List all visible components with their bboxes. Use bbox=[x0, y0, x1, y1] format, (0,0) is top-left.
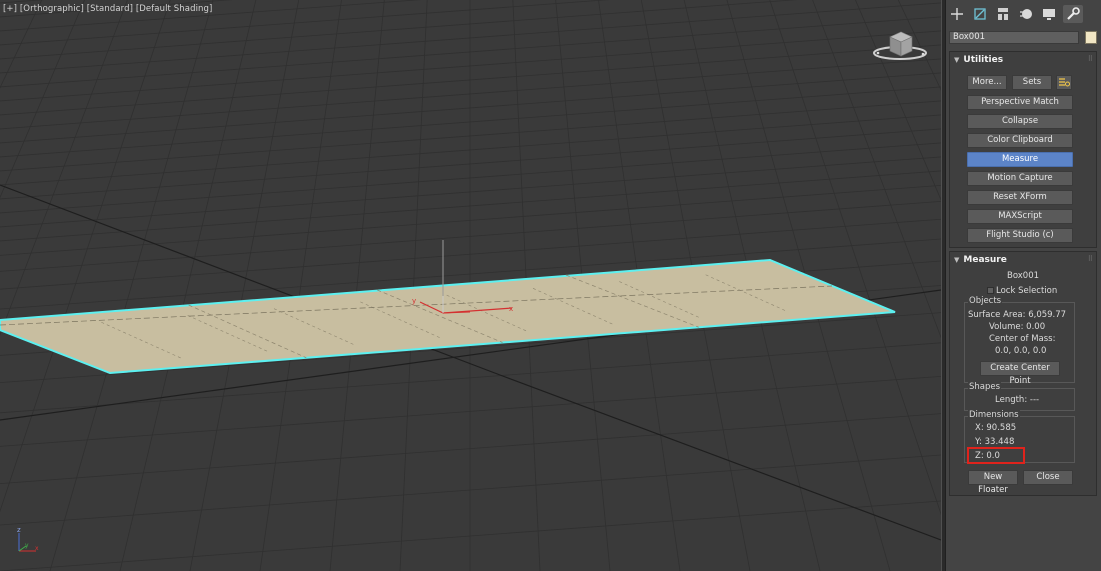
rollout-grip-icon: ⠿ bbox=[1087, 55, 1093, 63]
viewport-label-menu[interactable]: [+] [Orthographic] [Standard] [Default S… bbox=[3, 4, 212, 14]
measure-rollout-header[interactable]: ▼ Measure bbox=[954, 255, 1007, 265]
utilities-rollout-header[interactable]: ▼ Utilities bbox=[954, 55, 1003, 65]
utility-reset-xform-button[interactable]: Reset XForm bbox=[967, 190, 1073, 205]
utility-measure-button[interactable]: Measure bbox=[967, 152, 1073, 167]
plus-icon bbox=[951, 8, 963, 20]
modify-tab[interactable] bbox=[970, 5, 990, 23]
viewcube[interactable] bbox=[868, 23, 930, 65]
surface-area-readout: Surface Area: 6,059.77 bbox=[968, 310, 1067, 320]
lock-selection-label[interactable]: Lock Selection bbox=[996, 286, 1057, 296]
objects-group: Objects Surface Area: 6,059.77 Volume: 0… bbox=[964, 296, 1075, 386]
more-button[interactable]: More... bbox=[967, 75, 1007, 90]
sets-button[interactable]: Sets bbox=[1012, 75, 1052, 90]
orthographic-viewport[interactable]: xy zxy [+] [Orthographic] [Standard] [De… bbox=[0, 0, 941, 571]
viewcube-icon[interactable] bbox=[868, 23, 930, 65]
utilities-rollout: ▼ Utilities ⠿ More... Sets Perspective Ma… bbox=[949, 51, 1097, 248]
measure-rollout-title: Measure bbox=[963, 255, 1007, 265]
z-dimension-highlight-box bbox=[967, 447, 1025, 464]
dimension-y-readout: Y: 33.448 bbox=[975, 437, 1015, 447]
configure-sets-button[interactable] bbox=[1056, 75, 1072, 90]
display-tab[interactable] bbox=[1039, 5, 1059, 23]
utility-color-clipboard-button[interactable]: Color Clipboard bbox=[967, 133, 1073, 148]
configure-list-icon bbox=[1059, 78, 1070, 87]
objects-group-label: Objects bbox=[968, 296, 1003, 306]
hierarchy-tab[interactable] bbox=[993, 5, 1013, 23]
center-of-mass-label: Center of Mass: bbox=[989, 334, 1056, 344]
object-color-swatch[interactable] bbox=[1085, 31, 1097, 44]
measured-object-name: Box001 bbox=[1006, 271, 1040, 281]
command-panel-tabs bbox=[946, 0, 1101, 28]
gizmo-y-label: y bbox=[412, 297, 416, 305]
object-name-field[interactable]: Box001 bbox=[949, 31, 1079, 44]
length-readout: Length: --- bbox=[995, 395, 1040, 405]
center-of-mass-value: 0.0, 0.0, 0.0 bbox=[995, 346, 1047, 356]
tripod-z-label: z bbox=[17, 526, 21, 534]
measure-rollout: ▼ Measure ⠿ Box001 Lock Selection Objects… bbox=[949, 251, 1097, 496]
hierarchy-icon bbox=[998, 8, 1008, 20]
modify-icon bbox=[974, 8, 986, 20]
tripod-x-label: x bbox=[35, 545, 39, 552]
collapse-arrow-icon: ▼ bbox=[954, 256, 960, 264]
utility-flight-studio-c-button[interactable]: Flight Studio (c) bbox=[967, 228, 1073, 243]
gizmo-x-label: x bbox=[509, 305, 513, 313]
motion-tab[interactable] bbox=[1016, 5, 1036, 23]
shapes-group-label: Shapes bbox=[968, 382, 1002, 392]
close-button[interactable]: Close bbox=[1023, 470, 1073, 485]
new-floater-button[interactable]: New Floater bbox=[968, 470, 1018, 495]
utility-motion-capture-button[interactable]: Motion Capture bbox=[967, 171, 1073, 186]
utility-collapse-button[interactable]: Collapse bbox=[967, 114, 1073, 129]
display-icon bbox=[1043, 9, 1055, 20]
motion-icon bbox=[1020, 9, 1032, 19]
volume-readout: Volume: 0.00 bbox=[989, 322, 1046, 332]
wrench-icon bbox=[1067, 7, 1080, 20]
rollout-grip-icon: ⠿ bbox=[1087, 255, 1093, 263]
utility-maxscript-button[interactable]: MAXScript bbox=[967, 209, 1073, 224]
viewport-scene[interactable]: xy zxy bbox=[0, 0, 941, 571]
tripod-y-label: y bbox=[25, 542, 29, 549]
shapes-group: Shapes Length: --- bbox=[964, 382, 1075, 411]
dimension-x-readout: X: 90.585 bbox=[975, 423, 1017, 433]
lock-selection-checkbox[interactable] bbox=[987, 287, 994, 294]
utility-perspective-match-button[interactable]: Perspective Match bbox=[967, 95, 1073, 110]
utilities-rollout-title: Utilities bbox=[963, 55, 1004, 65]
command-panel: Box001 ▼ Utilities ⠿ More... Sets Perspec… bbox=[946, 0, 1101, 571]
create-center-point-button[interactable]: Create Center Point bbox=[980, 361, 1060, 386]
collapse-arrow-icon: ▼ bbox=[954, 56, 960, 64]
create-tab[interactable] bbox=[947, 5, 967, 23]
dimensions-group-label: Dimensions bbox=[968, 410, 1020, 420]
utilities-tab[interactable] bbox=[1063, 5, 1083, 23]
axis-tripod: z xy bbox=[17, 526, 39, 552]
